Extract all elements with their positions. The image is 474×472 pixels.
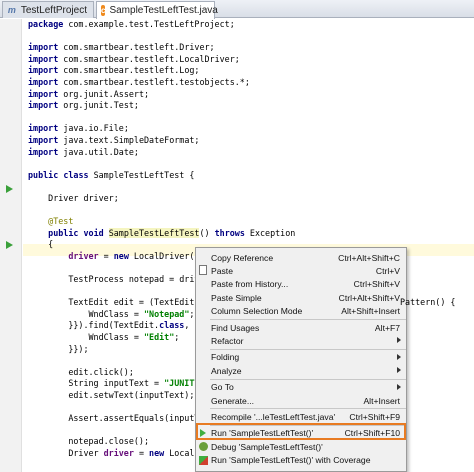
menu-item-label: Paste from History... bbox=[211, 279, 289, 290]
menu-item-label: Debug 'SampleTestLeftTest()' bbox=[211, 441, 323, 452]
submenu-arrow-icon bbox=[397, 367, 401, 374]
context-menu-item-recompile-letestlefttest-java[interactable]: Recompile '...leTestLeftTest.java' Ctrl+S… bbox=[196, 410, 406, 423]
paste-icon bbox=[199, 265, 207, 276]
context-menu-item-run-sampletestlefttest-with-coverage[interactable]: Run 'SampleTestLeftTest()' with Coverage bbox=[196, 454, 406, 467]
menu-item-shortcut: Ctrl+Alt+Shift+C bbox=[338, 252, 400, 263]
context-menu-item-paste-simple[interactable]: Paste Simple Ctrl+Alt+Shift+V bbox=[196, 291, 406, 304]
editor-tab-bar: m TestLeftProject c SampleTestLeftTest.j… bbox=[0, 0, 474, 19]
context-menu-item-debug-sampletestlefttest[interactable]: Debug 'SampleTestLeftTest()' bbox=[196, 440, 406, 453]
submenu-arrow-icon bbox=[397, 337, 401, 344]
code-line: @Test bbox=[48, 216, 74, 227]
menu-item-shortcut: Ctrl+V bbox=[375, 265, 400, 276]
code-line: import java.util.Date; bbox=[28, 146, 139, 157]
code-line: Driver driver; bbox=[28, 192, 119, 203]
menu-item-label: Copy Reference bbox=[211, 252, 274, 263]
context-menu-item-refactor[interactable]: Refactor bbox=[196, 334, 406, 347]
code-line-continuation: Pattern() { bbox=[400, 297, 456, 308]
submenu-arrow-icon bbox=[397, 353, 401, 360]
run-class-icon[interactable] bbox=[6, 185, 13, 193]
context-menu-item-generate[interactable]: Generate... Alt+Insert bbox=[196, 394, 406, 407]
module-icon: m bbox=[7, 5, 16, 15]
tab-sampletestlefttest-java[interactable]: c SampleTestLeftTest.java bbox=[96, 1, 218, 19]
menu-item-shortcut: Ctrl+Alt+Shift+V bbox=[338, 292, 400, 303]
menu-item-label: Analyze bbox=[211, 365, 242, 376]
menu-item-label: Paste Simple bbox=[211, 292, 262, 303]
code-line: public class SampleTestLeftTest { bbox=[28, 169, 195, 180]
menu-item-label: Column Selection Mode bbox=[211, 306, 303, 317]
debug-icon bbox=[199, 442, 208, 452]
menu-item-shortcut: Alt+Insert bbox=[363, 395, 400, 406]
code-line: package com.example.test.TestLeftProject… bbox=[28, 19, 235, 29]
context-menu-item-analyze[interactable]: Analyze bbox=[196, 364, 406, 377]
code-line: import java.text.SimpleDateFormat; bbox=[28, 134, 200, 145]
code-line: import com.smartbear.testleft.testobject… bbox=[28, 76, 250, 87]
code-line: public void SampleTestLeftTest() throws … bbox=[48, 227, 296, 238]
code-line: import org.junit.Test; bbox=[28, 100, 139, 111]
tab-label: TestLeftProject bbox=[20, 4, 87, 16]
menu-item-shortcut: Ctrl+Shift+V bbox=[353, 279, 400, 290]
context-menu-item-folding[interactable]: Folding bbox=[196, 351, 406, 364]
menu-separator bbox=[210, 408, 406, 410]
context-menu-item-column-selection-mode[interactable]: Column Selection Mode Alt+Shift+Insert bbox=[196, 305, 406, 318]
context-menu-item-find-usages[interactable]: Find Usages Alt+F7 bbox=[196, 321, 406, 334]
code-line: import java.io.File; bbox=[28, 123, 129, 134]
tab-testleftproject[interactable]: m TestLeftProject bbox=[2, 1, 94, 18]
code-line: import com.smartbear.testleft.Driver; bbox=[28, 42, 215, 53]
run-test-method-icon[interactable] bbox=[6, 241, 13, 249]
menu-item-label: Generate... bbox=[211, 395, 254, 406]
editor-gutter bbox=[0, 19, 22, 472]
tab-label: SampleTestLeftTest.java bbox=[109, 5, 218, 16]
menu-item-label: Paste bbox=[211, 265, 233, 276]
java-class-icon: c bbox=[101, 5, 106, 16]
menu-item-shortcut: Ctrl+Shift+F9 bbox=[349, 411, 400, 422]
coverage-icon bbox=[199, 455, 208, 465]
menu-separator bbox=[210, 378, 406, 380]
context-menu-item-paste-from-history[interactable]: Paste from History... Ctrl+Shift+V bbox=[196, 278, 406, 291]
menu-item-label: Find Usages bbox=[211, 322, 260, 333]
context-menu-item-paste[interactable]: Paste Ctrl+V bbox=[196, 264, 406, 277]
menu-item-label: Folding bbox=[211, 352, 240, 363]
code-line: import org.junit.Assert; bbox=[28, 88, 150, 99]
context-menu-item-copy-reference[interactable]: Copy Reference Ctrl+Alt+Shift+C bbox=[196, 251, 406, 264]
menu-separator bbox=[210, 319, 406, 320]
menu-item-label: Run 'SampleTestLeftTest()' with Coverage bbox=[211, 455, 371, 466]
menu-separator bbox=[210, 348, 406, 350]
menu-item-shortcut: Alt+F7 bbox=[374, 322, 400, 333]
code-line: import com.smartbear.testleft.LocalDrive… bbox=[28, 53, 240, 64]
code-line: import com.smartbear.testleft.Log; bbox=[28, 65, 200, 76]
menu-item-label: Recompile '...leTestLeftTest.java' bbox=[211, 411, 336, 422]
menu-item-label: Refactor bbox=[211, 335, 244, 346]
run-item-highlight-box bbox=[196, 423, 406, 440]
context-menu-item-go-to[interactable]: Go To bbox=[196, 381, 406, 394]
menu-item-shortcut: Alt+Shift+Insert bbox=[341, 306, 400, 317]
submenu-arrow-icon bbox=[397, 383, 401, 390]
menu-item-label: Go To bbox=[211, 382, 234, 393]
